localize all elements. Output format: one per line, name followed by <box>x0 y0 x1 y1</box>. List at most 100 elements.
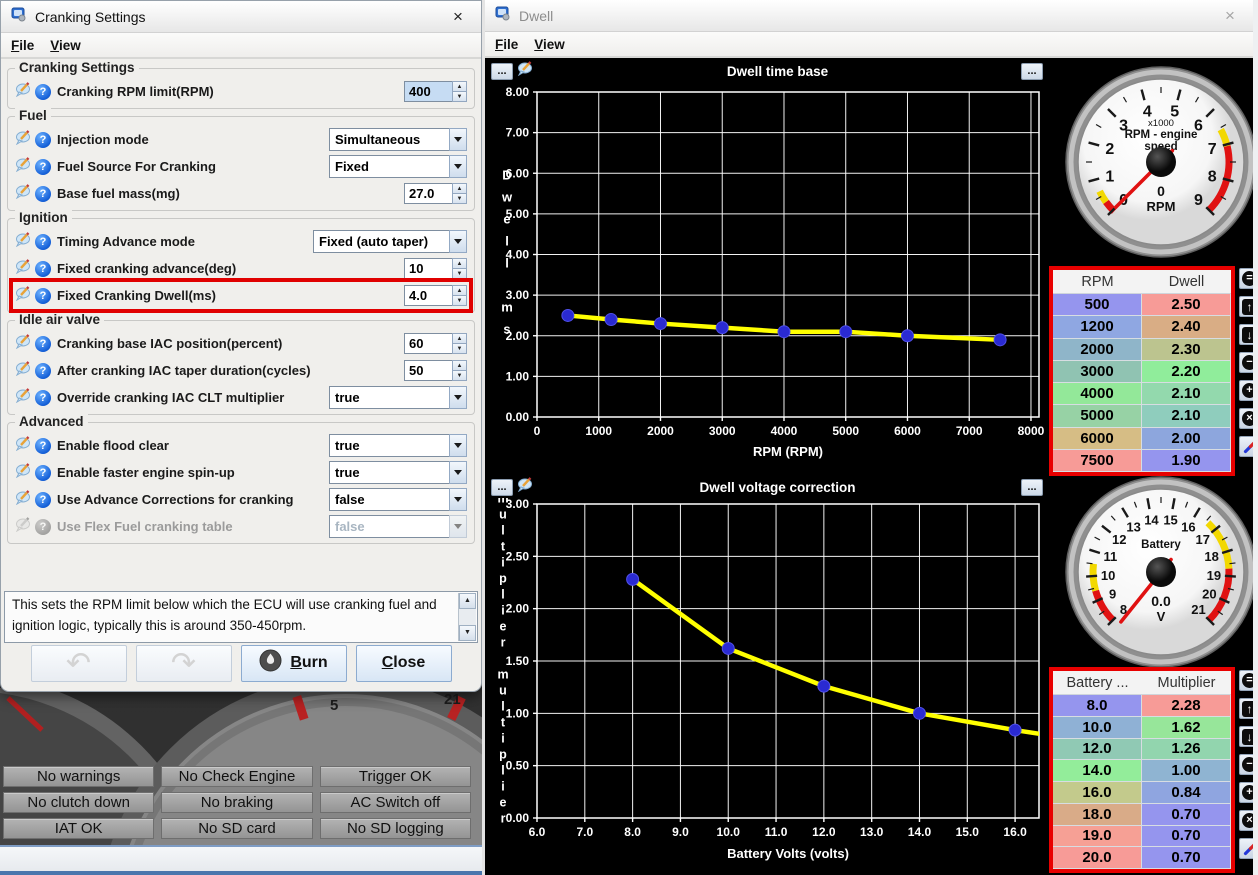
delete-icon[interactable]: × <box>1239 408 1253 429</box>
spinner-field[interactable]: 4.0 ▲▼ <box>404 285 467 306</box>
help-icon[interactable]: ? <box>35 234 51 250</box>
dropdown-value[interactable]: true <box>329 434 449 457</box>
help-icon[interactable]: ? <box>35 261 51 277</box>
delete-icon[interactable]: × <box>1239 810 1253 831</box>
table-cell[interactable]: 2000 <box>1053 339 1142 361</box>
spinner-up-icon[interactable]: ▲ <box>452 258 467 269</box>
spinner-value[interactable]: 27.0 <box>404 183 452 204</box>
undo-button[interactable]: ↶ <box>31 645 127 682</box>
dropdown-value[interactable]: false <box>329 515 449 538</box>
spinner-field[interactable]: 60 ▲▼ <box>404 333 467 354</box>
chevron-down-icon[interactable] <box>449 386 467 409</box>
help-icon[interactable]: ? <box>35 84 51 100</box>
spinner-value[interactable]: 4.0 <box>404 285 452 306</box>
table-cell[interactable]: 2.20 <box>1142 361 1231 383</box>
table-cell[interactable]: 12.0 <box>1053 739 1142 761</box>
cranking-titlebar[interactable]: Cranking Settings × <box>1 1 481 33</box>
table-cell[interactable]: 2.28 <box>1142 695 1231 717</box>
table-cell[interactable]: 0.70 <box>1142 804 1231 826</box>
dropdown-field[interactable]: true <box>329 461 467 484</box>
chevron-down-icon[interactable] <box>449 515 467 538</box>
menu-view[interactable]: View <box>50 38 81 53</box>
table-cell[interactable]: 1.62 <box>1142 717 1231 739</box>
help-icon[interactable]: ? <box>35 132 51 148</box>
spinner-up-icon[interactable]: ▲ <box>452 81 467 92</box>
help-icon[interactable]: ? <box>35 465 51 481</box>
chart-options-button[interactable]: ... <box>1021 63 1043 80</box>
dropdown-value[interactable]: Fixed (auto taper) <box>313 230 449 253</box>
dropdown-field[interactable]: true <box>329 386 467 409</box>
scroll-down-icon[interactable]: ▼ <box>459 625 476 641</box>
table-cell[interactable]: 20.0 <box>1053 847 1142 869</box>
table-cell[interactable]: 2.30 <box>1142 339 1231 361</box>
dropdown-value[interactable]: Fixed <box>329 155 449 178</box>
table-cell[interactable]: 7500 <box>1053 450 1142 472</box>
dwell-titlebar[interactable]: Dwell × <box>485 0 1253 32</box>
spinner-value[interactable]: 10 <box>404 258 452 279</box>
spinner-down-icon[interactable]: ▼ <box>452 92 467 102</box>
table-cell[interactable]: 3000 <box>1053 361 1142 383</box>
redo-button[interactable]: ↷ <box>136 645 232 682</box>
spinner-up-icon[interactable]: ▲ <box>452 360 467 371</box>
help-icon[interactable]: ? <box>35 390 51 406</box>
dropdown-field[interactable]: false <box>329 515 467 538</box>
table-cell[interactable]: 19.0 <box>1053 826 1142 848</box>
add-icon[interactable]: + <box>1239 380 1253 401</box>
spinner-value[interactable]: 60 <box>404 333 452 354</box>
dropdown-value[interactable]: true <box>329 386 449 409</box>
move-up-icon[interactable]: ↑ <box>1239 296 1253 317</box>
move-down-icon[interactable]: ↓ <box>1239 726 1253 747</box>
close-button[interactable]: Close <box>356 645 452 682</box>
spinner-value[interactable]: 400 <box>404 81 452 102</box>
table-cell[interactable]: 16.0 <box>1053 782 1142 804</box>
table-cell[interactable]: 8.0 <box>1053 695 1142 717</box>
table-cell[interactable]: 1.00 <box>1142 760 1231 782</box>
edit-icon[interactable] <box>1239 838 1253 859</box>
spinner-field[interactable]: 10 ▲▼ <box>404 258 467 279</box>
help-icon[interactable]: ? <box>35 492 51 508</box>
help-icon[interactable]: ? <box>35 363 51 379</box>
table-cell[interactable]: 1.90 <box>1142 450 1231 472</box>
table-cell[interactable]: 2.10 <box>1142 383 1231 405</box>
remove-icon[interactable]: − <box>1239 754 1253 775</box>
help-icon[interactable]: ? <box>35 438 51 454</box>
chevron-down-icon[interactable] <box>449 461 467 484</box>
spinner-down-icon[interactable]: ▼ <box>452 371 467 381</box>
chart-options-button[interactable]: ... <box>1021 479 1043 496</box>
table-cell[interactable]: 1.26 <box>1142 739 1231 761</box>
move-down-icon[interactable]: ↓ <box>1239 324 1253 345</box>
table-cell[interactable]: 6000 <box>1053 428 1142 450</box>
spinner-down-icon[interactable]: ▼ <box>452 194 467 204</box>
table-cell[interactable]: 2.40 <box>1142 316 1231 338</box>
dropdown-field[interactable]: Fixed (auto taper) <box>313 230 467 253</box>
dwell-voltage-correction-plot[interactable]: 0.000.501.001.502.002.503.006.07.08.09.0… <box>487 498 1047 875</box>
equals-icon[interactable]: = <box>1239 670 1253 691</box>
scroll-up-icon[interactable]: ▲ <box>459 593 476 609</box>
menu-view[interactable]: View <box>534 37 565 52</box>
spinner-down-icon[interactable]: ▼ <box>452 344 467 354</box>
help-icon[interactable]: ? <box>35 288 51 304</box>
spinner-field[interactable]: 27.0 ▲▼ <box>404 183 467 204</box>
table-cell[interactable]: 10.0 <box>1053 717 1142 739</box>
dropdown-field[interactable]: false <box>329 488 467 511</box>
table-cell[interactable]: 0.70 <box>1142 826 1231 848</box>
chevron-down-icon[interactable] <box>449 434 467 457</box>
chevron-down-icon[interactable] <box>449 155 467 178</box>
table-cell[interactable]: 0.84 <box>1142 782 1231 804</box>
table-cell[interactable]: 2.00 <box>1142 428 1231 450</box>
menu-file[interactable]: File <box>11 38 34 53</box>
spinner-field[interactable]: 400 ▲▼ <box>404 81 467 102</box>
dropdown-value[interactable]: false <box>329 488 449 511</box>
dropdown-value[interactable]: true <box>329 461 449 484</box>
spinner-up-icon[interactable]: ▲ <box>452 285 467 296</box>
table-cell[interactable]: 5000 <box>1053 405 1142 427</box>
add-icon[interactable]: + <box>1239 782 1253 803</box>
close-window-icon[interactable]: × <box>1217 6 1243 26</box>
spinner-down-icon[interactable]: ▼ <box>452 296 467 306</box>
table-cell[interactable]: 18.0 <box>1053 804 1142 826</box>
chevron-down-icon[interactable] <box>449 488 467 511</box>
menu-file[interactable]: File <box>495 37 518 52</box>
chevron-down-icon[interactable] <box>449 128 467 151</box>
spinner-up-icon[interactable]: ▲ <box>452 183 467 194</box>
spinner-value[interactable]: 50 <box>404 360 452 381</box>
